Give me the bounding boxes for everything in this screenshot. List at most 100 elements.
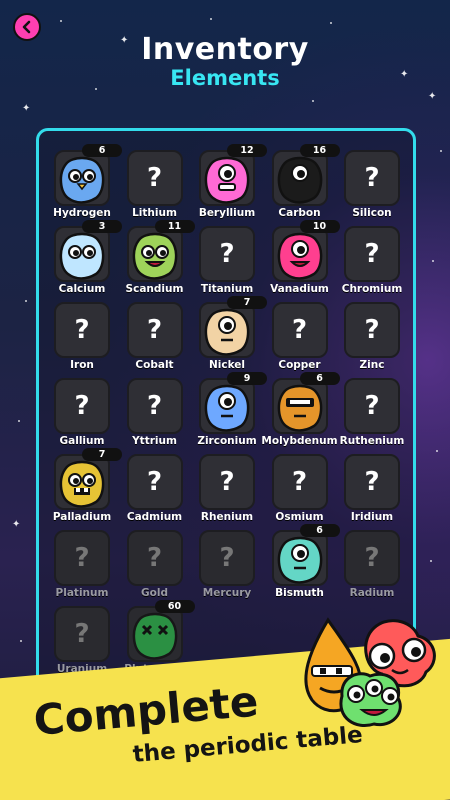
question-mark-icon: ? [146,543,163,573]
question-mark-icon: ? [364,543,380,573]
element-creature-icon [274,228,326,280]
star-decoration: ✦ [22,103,31,114]
question-mark-icon: ? [364,391,380,421]
element-cell-copper[interactable]: ? Copper [271,302,328,378]
element-cell-gallium[interactable]: ? Gallium [54,378,110,454]
element-name-label: Gallium [59,435,105,447]
element-count-badge: 9 [227,372,267,385]
element-tile: ? [54,378,110,434]
element-tile: ? [344,530,400,586]
element-name-label: Titanium [200,283,254,295]
element-tile: ? [199,226,255,282]
element-cell-beryllium[interactable]: 12 Beryllium [199,144,267,226]
question-mark-icon: ? [364,239,380,269]
element-cell-osmium[interactable]: ? Osmium [271,454,328,530]
element-count-badge: 3 [82,220,122,233]
element-cell-bismuth[interactable]: 6 Bismuth [271,524,340,606]
element-name-label: Rhenium [200,511,254,523]
question-mark-icon: ? [364,315,380,345]
element-cell-zirconium[interactable]: 9 Zirconium [197,372,267,454]
element-creature-icon [56,152,108,204]
element-count-badge: 6 [299,372,340,385]
element-creature-icon [274,532,326,584]
element-cell-carbon[interactable]: 16 Carbon [271,144,340,226]
element-cell-lithium[interactable]: ? Lithium [126,150,183,226]
page-title: Inventory [141,32,309,67]
element-cell-scandium[interactable]: 11 Scandium [126,220,195,302]
element-name-label: Mercury [202,587,252,599]
element-creature-icon [201,304,253,356]
question-mark-icon: ? [74,543,90,573]
element-count-badge: 6 [82,144,122,157]
element-cell-molybdenum[interactable]: 6 Molybdenum [261,372,340,454]
element-cell-vanadium[interactable]: 10 Vanadium [270,220,340,302]
element-cell-iron[interactable]: ? Iron [54,302,110,378]
element-tile: ? [344,150,400,206]
element-name-label: Iridium [350,511,394,523]
element-creature-icon [56,228,108,280]
element-tile: ? [199,454,255,510]
element-tile [199,302,255,358]
element-cell-mercury[interactable]: ? Mercury [199,530,255,606]
element-name-label: Carbon [278,207,321,219]
star-decoration: ✦ [12,519,21,530]
element-cell-iridium[interactable]: ? Iridium [344,454,400,530]
question-mark-icon: ? [364,163,380,193]
element-tile: ? [54,302,110,358]
element-tile: ? [199,530,255,586]
question-mark-icon: ? [74,315,90,345]
question-mark-icon: ? [146,315,163,345]
element-name-label: Radium [349,587,395,599]
element-name-label: Osmium [275,511,324,523]
element-tile [271,150,328,206]
page-subtitle: Elements [170,66,280,90]
element-count-badge: 7 [227,296,267,309]
element-cell-silicon[interactable]: ? Silicon [344,150,400,226]
element-name-label: Nickel [208,359,246,371]
element-cell-cobalt[interactable]: ? Cobalt [126,302,183,378]
question-mark-icon: ? [74,619,90,649]
element-name-label: Silicon [352,207,392,219]
element-creature-icon [201,380,253,432]
element-cell-platinum[interactable]: ? Platinum [54,530,110,606]
element-tile: ? [344,378,400,434]
element-creature-icon [201,152,253,204]
element-cell-ruthenium[interactable]: ? Ruthenium [340,378,404,454]
element-name-label: Beryllium [198,207,256,219]
element-creature-icon [56,456,108,508]
element-tile: ? [126,454,183,510]
element-cell-nickel[interactable]: 7 Nickel [199,296,267,378]
element-creature-icon [129,228,181,280]
element-cell-palladium[interactable]: 7 Palladium [53,448,122,530]
element-name-label: Molybdenum [261,435,338,447]
element-name-label: Vanadium [270,283,329,295]
element-name-label: Palladium [52,511,112,523]
element-cell-yttrium[interactable]: ? Yttrium [126,378,183,454]
element-name-label: Chromium [341,283,403,295]
element-count-badge: 6 [299,524,340,537]
question-mark-icon: ? [291,315,308,345]
element-cell-rhenium[interactable]: ? Rhenium [199,454,255,530]
element-tile [126,606,183,662]
element-name-label: Zirconium [197,435,257,447]
element-name-label: Bismuth [275,587,324,599]
element-count-badge: 11 [154,220,195,233]
element-tile: ? [344,302,400,358]
element-name-label: Hydrogen [53,207,111,219]
question-mark-icon: ? [146,467,163,497]
element-name-label: Platinum [55,587,109,599]
question-mark-icon: ? [364,467,380,497]
element-tile: ? [344,226,400,282]
element-name-label: Copper [278,359,321,371]
element-cell-cadmium[interactable]: ? Cadmium [126,454,183,530]
element-count-badge: 60 [154,600,195,613]
element-cell-gold[interactable]: ? Gold [126,530,183,606]
element-cell-chromium[interactable]: ? Chromium [342,226,402,302]
question-mark-icon: ? [291,467,308,497]
question-mark-icon: ? [219,467,235,497]
element-cell-titanium[interactable]: ? Titanium [199,226,255,302]
element-cell-zinc[interactable]: ? Zinc [344,302,400,378]
element-cell-calcium[interactable]: 3 Calcium [54,220,122,302]
element-cell-radium[interactable]: ? Radium [344,530,400,606]
element-cell-hydrogen[interactable]: 6 Hydrogen [53,144,122,226]
